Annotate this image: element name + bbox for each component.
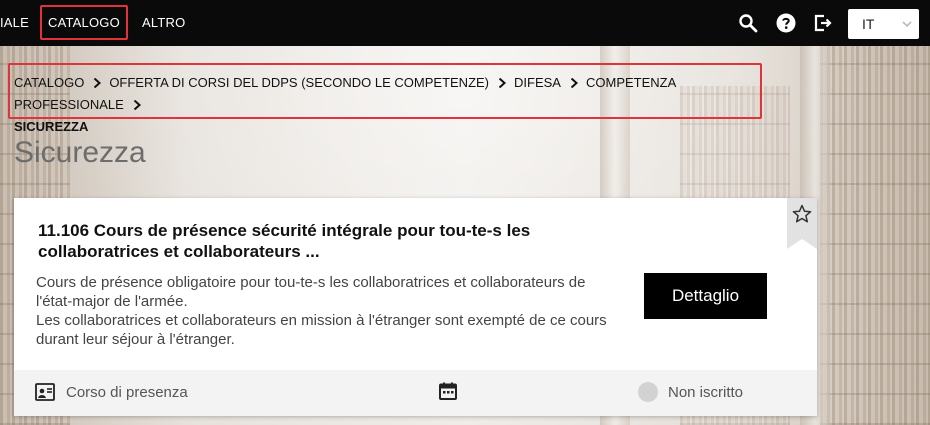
chevron-right-icon	[94, 78, 102, 88]
breadcrumb-item-catalogo[interactable]: CATALOGO	[14, 75, 84, 90]
breadcrumb-item-offerta[interactable]: OFFERTA DI CORSI DEL DDPS (SECONDO LE CO…	[109, 75, 489, 90]
page-title: Sicurezza	[14, 136, 146, 169]
chevron-right-icon	[498, 78, 507, 88]
logout-icon[interactable]	[813, 13, 833, 33]
breadcrumb: CATALOGO OFFERTA DI CORSI DEL DDPS (SECON…	[14, 72, 754, 138]
course-description-line: Les collaboratrices et collaborateurs en…	[36, 312, 607, 329]
help-icon[interactable]	[776, 13, 796, 33]
nav-item-partial[interactable]: IALE	[0, 0, 29, 46]
nav-item-altro[interactable]: ALTRO	[142, 0, 185, 46]
course-title-line-1: 11.106 Cours de présence sécurité intégr…	[38, 221, 531, 240]
star-icon	[792, 204, 812, 223]
chevron-down-icon	[902, 21, 912, 28]
search-icon[interactable]	[738, 13, 758, 33]
course-title-line-2: collaboratrices et collaborateurs ...	[38, 242, 320, 261]
classroom-course-icon	[35, 383, 55, 401]
course-description-line: Cours de présence obligatoire pour tou-t…	[36, 274, 586, 291]
course-description-line: l'état-major de l'armée.	[36, 293, 188, 310]
chevron-right-icon	[133, 100, 141, 110]
course-description-line: durant leur séjour à l'étranger.	[36, 331, 235, 348]
breadcrumb-item-difesa[interactable]: DIFESA	[514, 75, 561, 90]
course-card-footer: Corso di presenza Non iscritto	[14, 370, 817, 416]
language-select[interactable]: IT	[848, 9, 919, 39]
bookshelf-right	[820, 46, 930, 425]
chevron-right-icon	[570, 78, 578, 88]
course-title[interactable]: 11.106 Cours de présence sécurité intégr…	[38, 220, 578, 262]
course-type-label: Corso di presenza	[66, 384, 188, 401]
breadcrumb-current-item: SICUREZZA	[14, 119, 89, 134]
detail-button[interactable]: Dettaglio	[644, 273, 767, 319]
calendar-icon	[439, 382, 457, 400]
language-value: IT	[862, 16, 875, 32]
course-card: 11.106 Cours de présence sécurité intégr…	[14, 198, 817, 416]
top-navigation-bar: IALE CATALOGO ALTRO IT	[0, 0, 930, 46]
status-indicator-icon	[638, 382, 658, 402]
course-description: Cours de présence obligatoire pour tou-t…	[36, 273, 636, 349]
course-dates[interactable]	[438, 381, 458, 405]
favorite-bookmark[interactable]	[787, 198, 817, 249]
enrollment-status-label: Non iscritto	[668, 384, 744, 401]
catalogo-highlight-box	[40, 5, 128, 40]
